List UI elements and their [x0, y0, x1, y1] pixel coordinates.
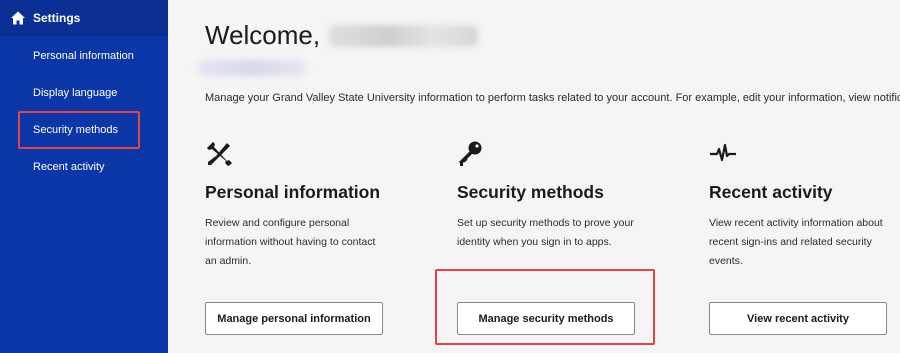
activity-icon	[709, 140, 737, 168]
card-recent-activity: Recent activity View recent activity inf…	[709, 140, 900, 271]
home-icon	[10, 10, 26, 26]
card-personal-information: Personal information Review and configur…	[205, 140, 405, 271]
sidebar-item-display-language[interactable]: Display language	[33, 87, 117, 99]
card-description: Review and configure personal informatio…	[205, 217, 376, 267]
card-title: Security methods	[457, 182, 604, 202]
redacted-user-name	[328, 24, 479, 47]
welcome-text: Welcome,	[205, 20, 321, 50]
sidebar-header-settings[interactable]: Settings	[0, 0, 168, 36]
sidebar-item-personal-information[interactable]: Personal information	[33, 50, 134, 62]
card-title: Personal information	[205, 182, 381, 202]
card-description: Set up security methods to prove your id…	[457, 217, 634, 248]
sidebar-item-recent-activity[interactable]: Recent activity	[33, 161, 105, 173]
sidebar: Settings Personal information Display la…	[0, 0, 168, 353]
card-security-methods: Security methods Set up security methods…	[457, 140, 657, 252]
manage-personal-information-button[interactable]: Manage personal information	[205, 302, 383, 335]
intro-text: Manage your Grand Valley State Universit…	[205, 92, 900, 104]
card-description: View recent activity information about r…	[709, 217, 883, 267]
highlight-box-sidebar	[18, 111, 140, 149]
highlight-box-manage-security	[435, 269, 655, 345]
view-recent-activity-button[interactable]: View recent activity	[709, 302, 887, 335]
page-title: Welcome,	[205, 20, 479, 51]
main-content: Welcome, Manage your Grand Valley State …	[168, 0, 900, 353]
key-icon	[457, 140, 485, 168]
card-title: Recent activity	[709, 182, 833, 202]
tools-icon	[205, 140, 233, 168]
redacted-user-email	[198, 60, 306, 76]
sidebar-header-label: Settings	[33, 11, 81, 25]
